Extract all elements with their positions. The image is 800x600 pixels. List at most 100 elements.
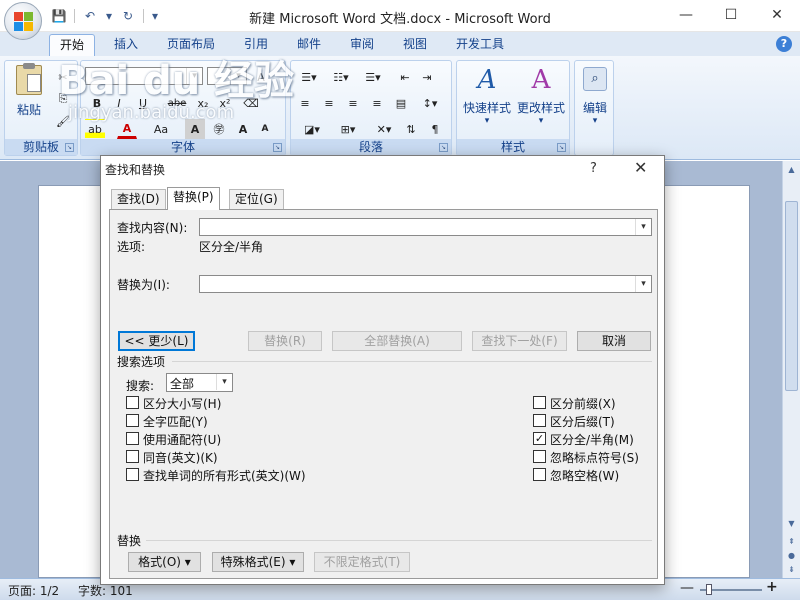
option-checkbox[interactable] xyxy=(126,414,139,427)
font-color-button[interactable]: A xyxy=(117,119,137,139)
option-checkbox[interactable] xyxy=(533,396,546,409)
vertical-scrollbar[interactable]: ▲ ▼ ⇞ ● ⇟ xyxy=(782,161,800,578)
copy-icon[interactable]: ⎘ xyxy=(53,89,73,109)
distributed-icon[interactable]: ▤ xyxy=(391,93,411,113)
option-label[interactable]: 忽略标点符号(S) xyxy=(550,449,639,466)
tab-goto[interactable]: 定位(G) xyxy=(229,189,284,209)
tab-insert[interactable]: 插入 xyxy=(104,34,148,56)
zoom-slider-thumb[interactable] xyxy=(706,584,712,595)
borders-icon[interactable]: ⊞▾ xyxy=(333,119,363,139)
tab-mailings[interactable]: 邮件 xyxy=(287,34,331,56)
prev-page-icon[interactable]: ⇞ xyxy=(785,535,798,549)
help-icon[interactable]: ? xyxy=(776,36,792,52)
option-label[interactable]: 使用通配符(U) xyxy=(143,431,221,448)
highlight-button[interactable]: ab xyxy=(85,119,105,139)
tab-home[interactable]: 开始 xyxy=(49,34,96,56)
chinese-layout-icon[interactable]: ✕▾ xyxy=(369,119,399,139)
zoom-in-button[interactable]: + xyxy=(766,579,778,595)
option-checkbox[interactable] xyxy=(533,468,546,481)
scroll-thumb[interactable] xyxy=(785,201,798,391)
cancel-button[interactable]: 取消 xyxy=(577,331,651,351)
option-checkbox[interactable] xyxy=(533,450,546,463)
show-marks-icon[interactable]: ¶ xyxy=(425,119,445,139)
option-label[interactable]: 查找单词的所有形式(英文)(W) xyxy=(143,467,306,484)
quick-styles-button[interactable]: A 快速样式 ▾ xyxy=(461,65,513,126)
close-button[interactable]: ✕ xyxy=(754,0,800,30)
replace-with-dropdown-icon[interactable]: ▾ xyxy=(635,276,651,292)
enclose-char-button[interactable]: ㊫ xyxy=(209,119,229,139)
multilevel-list-icon[interactable]: ☰▾ xyxy=(359,67,387,87)
less-button[interactable]: << 更少(L) xyxy=(118,331,195,351)
paragraph-launcher-icon[interactable]: ↘ xyxy=(439,143,448,152)
option-label[interactable]: 全字匹配(Y) xyxy=(143,413,208,430)
align-right-icon[interactable]: ≡ xyxy=(343,93,363,113)
font-launcher-icon[interactable]: ↘ xyxy=(273,143,282,152)
tab-view[interactable]: 视图 xyxy=(393,34,437,56)
option-label[interactable]: 区分全/半角(M) xyxy=(550,431,634,448)
format-button[interactable]: 格式(O) ▾ xyxy=(128,552,201,572)
align-center-icon[interactable]: ≡ xyxy=(319,93,339,113)
page-indicator[interactable]: 页面: 1/2 xyxy=(8,582,59,599)
scroll-down-icon[interactable]: ▼ xyxy=(785,517,798,531)
option-label[interactable]: 忽略空格(W) xyxy=(550,467,619,484)
tab-review[interactable]: 审阅 xyxy=(340,34,384,56)
tab-developer[interactable]: 开发工具 xyxy=(446,34,514,56)
option-label[interactable]: 区分前缀(X) xyxy=(550,395,616,412)
option-label[interactable]: 同音(英文)(K) xyxy=(143,449,218,466)
strikethrough-button[interactable]: abe xyxy=(167,93,187,113)
option-checkbox[interactable]: ✓ xyxy=(533,432,546,445)
cut-icon[interactable]: ✂ xyxy=(53,67,73,87)
zoom-out-button[interactable]: — xyxy=(680,580,694,596)
underline-button[interactable]: U xyxy=(133,93,153,113)
tab-replace[interactable]: 替换(P) xyxy=(167,187,220,210)
option-label[interactable]: 区分大小写(H) xyxy=(143,395,221,412)
justify-icon[interactable]: ≡ xyxy=(367,93,387,113)
office-button[interactable] xyxy=(4,2,42,40)
next-page-icon[interactable]: ⇟ xyxy=(785,563,798,577)
replace-button[interactable]: 替换(R) xyxy=(248,331,322,351)
bullets-icon[interactable]: ☰▾ xyxy=(295,67,323,87)
paste-button[interactable]: 粘贴 xyxy=(11,63,47,118)
subscript-button[interactable]: x₂ xyxy=(193,93,213,113)
dialog-close-button[interactable]: ✕ xyxy=(634,158,647,177)
grow-font-button[interactable]: A xyxy=(233,119,253,139)
select-browse-icon[interactable]: ● xyxy=(785,549,798,563)
zoom-slider[interactable] xyxy=(700,584,762,595)
shading-icon[interactable]: ◪▾ xyxy=(295,119,329,139)
clear-format-icon[interactable]: ⌫ xyxy=(241,93,261,113)
scroll-up-icon[interactable]: ▲ xyxy=(785,163,798,177)
sort-icon[interactable]: ⇅ xyxy=(401,119,421,139)
font-size-combo[interactable]: ▾ xyxy=(207,67,247,85)
tab-find[interactable]: 查找(D) xyxy=(111,189,166,209)
option-checkbox[interactable] xyxy=(533,414,546,427)
find-what-input[interactable]: ▾ xyxy=(199,218,652,236)
italic-button[interactable]: I xyxy=(109,93,129,113)
line-spacing-icon[interactable]: ↕▾ xyxy=(415,93,445,113)
search-direction-select[interactable]: 全部 ▾ xyxy=(166,373,233,392)
align-left-icon[interactable]: ≡ xyxy=(295,93,315,113)
superscript-button[interactable]: x² xyxy=(215,93,235,113)
tab-page-layout[interactable]: 页面布局 xyxy=(157,34,225,56)
no-formatting-button[interactable]: 不限定格式(T) xyxy=(314,552,410,572)
grow-font-icon[interactable]: A xyxy=(251,67,271,87)
increase-indent-icon[interactable]: ⇥ xyxy=(417,67,437,87)
styles-launcher-icon[interactable]: ↘ xyxy=(557,143,566,152)
replace-all-button[interactable]: 全部替换(A) xyxy=(332,331,462,351)
change-styles-button[interactable]: A 更改样式 ▾ xyxy=(515,65,567,126)
tab-references[interactable]: 引用 xyxy=(234,34,278,56)
option-checkbox[interactable] xyxy=(126,432,139,445)
find-next-button[interactable]: 查找下一处(F) xyxy=(472,331,567,351)
option-checkbox[interactable] xyxy=(126,396,139,409)
numbering-icon[interactable]: ☷▾ xyxy=(327,67,355,87)
replace-with-input[interactable]: ▾ xyxy=(199,275,652,293)
font-name-combo[interactable]: ▾ xyxy=(85,67,203,85)
maximize-button[interactable]: ☐ xyxy=(708,0,754,30)
bold-button[interactable]: B xyxy=(87,93,107,113)
option-label[interactable]: 区分后缀(T) xyxy=(550,413,615,430)
minimize-button[interactable]: — xyxy=(663,0,709,30)
format-painter-icon[interactable]: 🖌 xyxy=(53,111,73,131)
clipboard-launcher-icon[interactable]: ↘ xyxy=(65,143,74,152)
decrease-indent-icon[interactable]: ⇤ xyxy=(395,67,415,87)
shrink-font-button[interactable]: A xyxy=(255,119,275,139)
find-what-dropdown-icon[interactable]: ▾ xyxy=(635,219,651,235)
